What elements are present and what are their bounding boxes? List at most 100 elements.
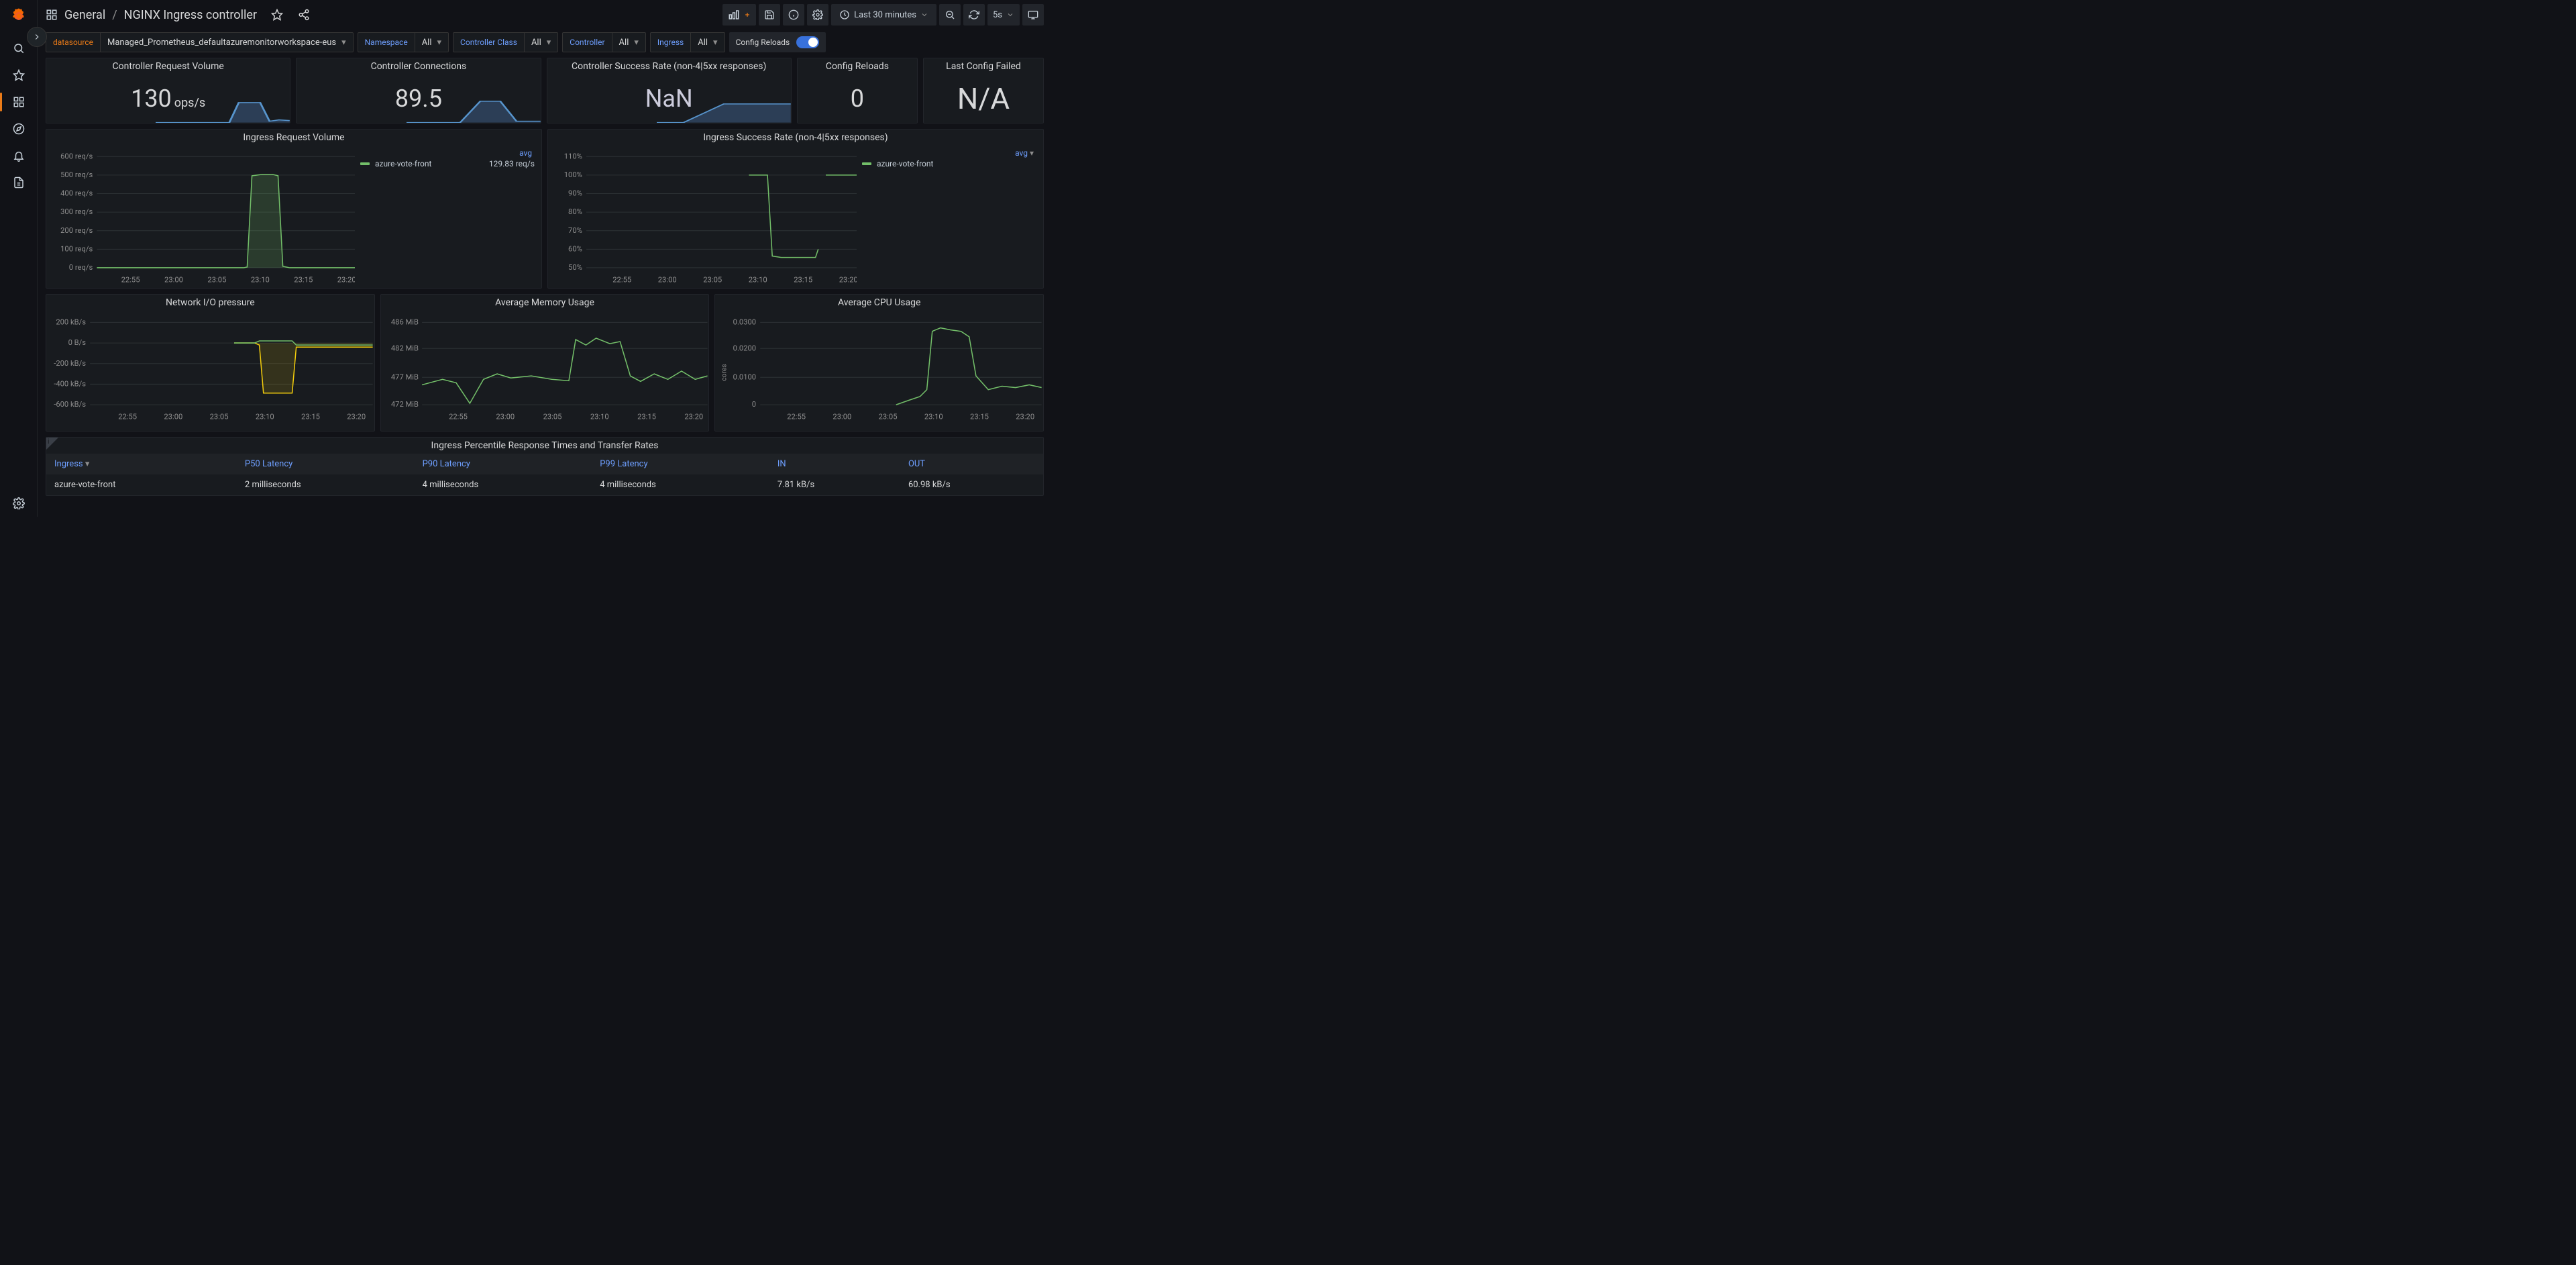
time-range-label: Last 30 minutes [854, 10, 916, 20]
chart-avg-memory: 486 MiB 482 MiB 477 MiB 472 MiB 22:55 23… [381, 311, 709, 431]
nav-docs[interactable] [0, 169, 37, 196]
svg-text:0 B/s: 0 B/s [68, 338, 87, 347]
th-p50[interactable]: P50 Latency [237, 454, 415, 474]
table-row[interactable]: azure-vote-front 2 milliseconds 4 millis… [46, 474, 1043, 495]
panel-title: Ingress Percentile Response Times and Tr… [46, 438, 1043, 454]
svg-text:0.0100: 0.0100 [733, 372, 756, 381]
topbar: General / NGINX Ingress controller [38, 0, 1052, 30]
time-range-picker[interactable]: Last 30 minutes [831, 4, 936, 26]
chevron-down-icon: ▾ [634, 38, 639, 48]
svg-text:cores: cores [721, 364, 729, 381]
panel-percentile-table[interactable]: i Ingress Percentile Response Times and … [46, 437, 1044, 496]
legend-item[interactable]: azure-vote-front [862, 158, 1036, 170]
grafana-logo[interactable] [8, 5, 30, 27]
zoom-out-button[interactable] [939, 4, 961, 26]
cell-ingress: azure-vote-front [46, 474, 237, 495]
svg-text:23:20: 23:20 [839, 275, 857, 284]
th-p99[interactable]: P99 Latency [592, 454, 769, 474]
panel-title: Ingress Success Rate (non-4|5xx response… [548, 130, 1043, 146]
legend-series: azure-vote-front [375, 159, 431, 168]
var-namespace-select[interactable]: All ▾ [415, 32, 449, 52]
nav-settings[interactable] [0, 490, 37, 517]
svg-text:23:15: 23:15 [794, 275, 812, 284]
th-p90[interactable]: P90 Latency [415, 454, 592, 474]
kiosk-button[interactable] [1022, 4, 1044, 26]
svg-text:300 req/s: 300 req/s [60, 207, 93, 216]
refresh-interval-label: 5s [993, 10, 1002, 20]
panel-last-config-failed[interactable]: Last Config Failed N/A [923, 58, 1044, 123]
svg-text:60%: 60% [568, 244, 582, 253]
svg-text:23:20: 23:20 [337, 275, 355, 284]
save-button[interactable] [759, 4, 780, 26]
legend-header[interactable]: avg ▾ [862, 148, 1036, 158]
legend-swatch [360, 162, 370, 165]
nav-starred[interactable] [0, 62, 37, 89]
chevron-down-icon: ▾ [547, 38, 551, 48]
sidebar [0, 0, 38, 517]
panel-ingress-request-volume[interactable]: Ingress Request Volume 600 req/s 500 req… [46, 129, 542, 289]
stat-value: N/A [957, 81, 1010, 116]
th-ingress[interactable]: Ingress ▾ [46, 454, 237, 474]
var-ingress-select[interactable]: All ▾ [690, 32, 724, 52]
legend-header[interactable]: avg [360, 148, 535, 158]
info-corner-icon[interactable]: i [46, 438, 58, 450]
dashboards-icon [46, 9, 58, 21]
svg-text:23:20: 23:20 [1016, 413, 1035, 421]
panel-controller-connections[interactable]: Controller Connections 89.5 [296, 58, 541, 123]
legend-value: 129.83 req/s [489, 159, 535, 168]
panel-ingress-success-rate[interactable]: Ingress Success Rate (non-4|5xx response… [547, 129, 1044, 289]
svg-text:0.0200: 0.0200 [733, 344, 756, 352]
var-controller-select[interactable]: All ▾ [612, 32, 646, 52]
panel-controller-success-rate[interactable]: Controller Success Rate (non-4|5xx respo… [547, 58, 792, 123]
panel-config-reloads[interactable]: Config Reloads 0 [797, 58, 918, 123]
svg-text:500 req/s: 500 req/s [60, 170, 93, 179]
breadcrumb-separator: / [112, 8, 117, 22]
svg-text:600 req/s: 600 req/s [60, 152, 93, 160]
panel-title: Average Memory Usage [381, 295, 709, 311]
breadcrumb-section[interactable]: General [64, 8, 105, 22]
panel-title: Ingress Request Volume [46, 130, 541, 146]
nav-explore[interactable] [0, 115, 37, 142]
nav-dashboards[interactable] [0, 89, 37, 115]
svg-text:22:55: 22:55 [612, 275, 631, 284]
svg-text:23:10: 23:10 [749, 275, 767, 284]
svg-text:23:05: 23:05 [207, 275, 226, 284]
th-out[interactable]: OUT [900, 454, 1043, 474]
svg-text:23:20: 23:20 [684, 413, 703, 421]
dashboard-content: Controller Request Volume 130ops/s Contr… [38, 58, 1052, 517]
breadcrumb-title[interactable]: NGINX Ingress controller [124, 8, 257, 22]
sidebar-expand-button[interactable] [27, 27, 47, 47]
panel-avg-cpu[interactable]: Average CPU Usage 0.0300 0.0200 0.0100 0… [714, 294, 1044, 432]
panel-title: Config Reloads [798, 58, 917, 74]
var-datasource-select[interactable]: Managed_Prometheus_defaultazuremonitorwo… [100, 32, 354, 52]
legend-item[interactable]: azure-vote-front 129.83 req/s [360, 158, 535, 170]
svg-text:22:55: 22:55 [449, 413, 468, 421]
share-button[interactable] [293, 4, 315, 26]
svg-text:472 MiB: 472 MiB [391, 400, 419, 409]
svg-text:23:05: 23:05 [543, 413, 561, 421]
percentile-table: Ingress ▾ P50 Latency P90 Latency P99 La… [46, 454, 1043, 495]
add-panel-button[interactable] [722, 4, 756, 26]
panel-avg-memory[interactable]: Average Memory Usage 486 MiB 482 MiB 477… [380, 294, 710, 432]
svg-text:200 req/s: 200 req/s [60, 226, 93, 235]
nav-alerting[interactable] [0, 142, 37, 169]
config-reloads-toggle[interactable] [796, 36, 819, 48]
svg-text:-400 kB/s: -400 kB/s [54, 379, 86, 388]
panel-controller-request-volume[interactable]: Controller Request Volume 130ops/s [46, 58, 290, 123]
chart-network-io: 200 kB/s 0 B/s -200 kB/s -400 kB/s -600 … [46, 311, 374, 431]
info-button[interactable] [783, 4, 804, 26]
th-in[interactable]: IN [769, 454, 900, 474]
var-controller-class-select[interactable]: All ▾ [524, 32, 558, 52]
dashboard-settings-button[interactable] [807, 4, 828, 26]
refresh-interval-picker[interactable]: 5s [987, 4, 1020, 26]
star-button[interactable] [266, 4, 288, 26]
legend-series: azure-vote-front [877, 159, 933, 168]
config-reloads-label: Config Reloads [736, 38, 790, 47]
cell-p99: 4 milliseconds [592, 474, 769, 495]
chart-avg-cpu: 0.0300 0.0200 0.0100 0 cores 22:55 [715, 311, 1043, 431]
panel-network-io[interactable]: Network I/O pressure 200 kB/s 0 B/s -200… [46, 294, 375, 432]
chart-ingress-success-rate: 110% 100% 90% 80% 70% 60% 50% [555, 148, 857, 286]
svg-text:0 req/s: 0 req/s [69, 263, 93, 272]
chevron-down-icon: ▾ [713, 38, 718, 48]
refresh-button[interactable] [963, 4, 985, 26]
